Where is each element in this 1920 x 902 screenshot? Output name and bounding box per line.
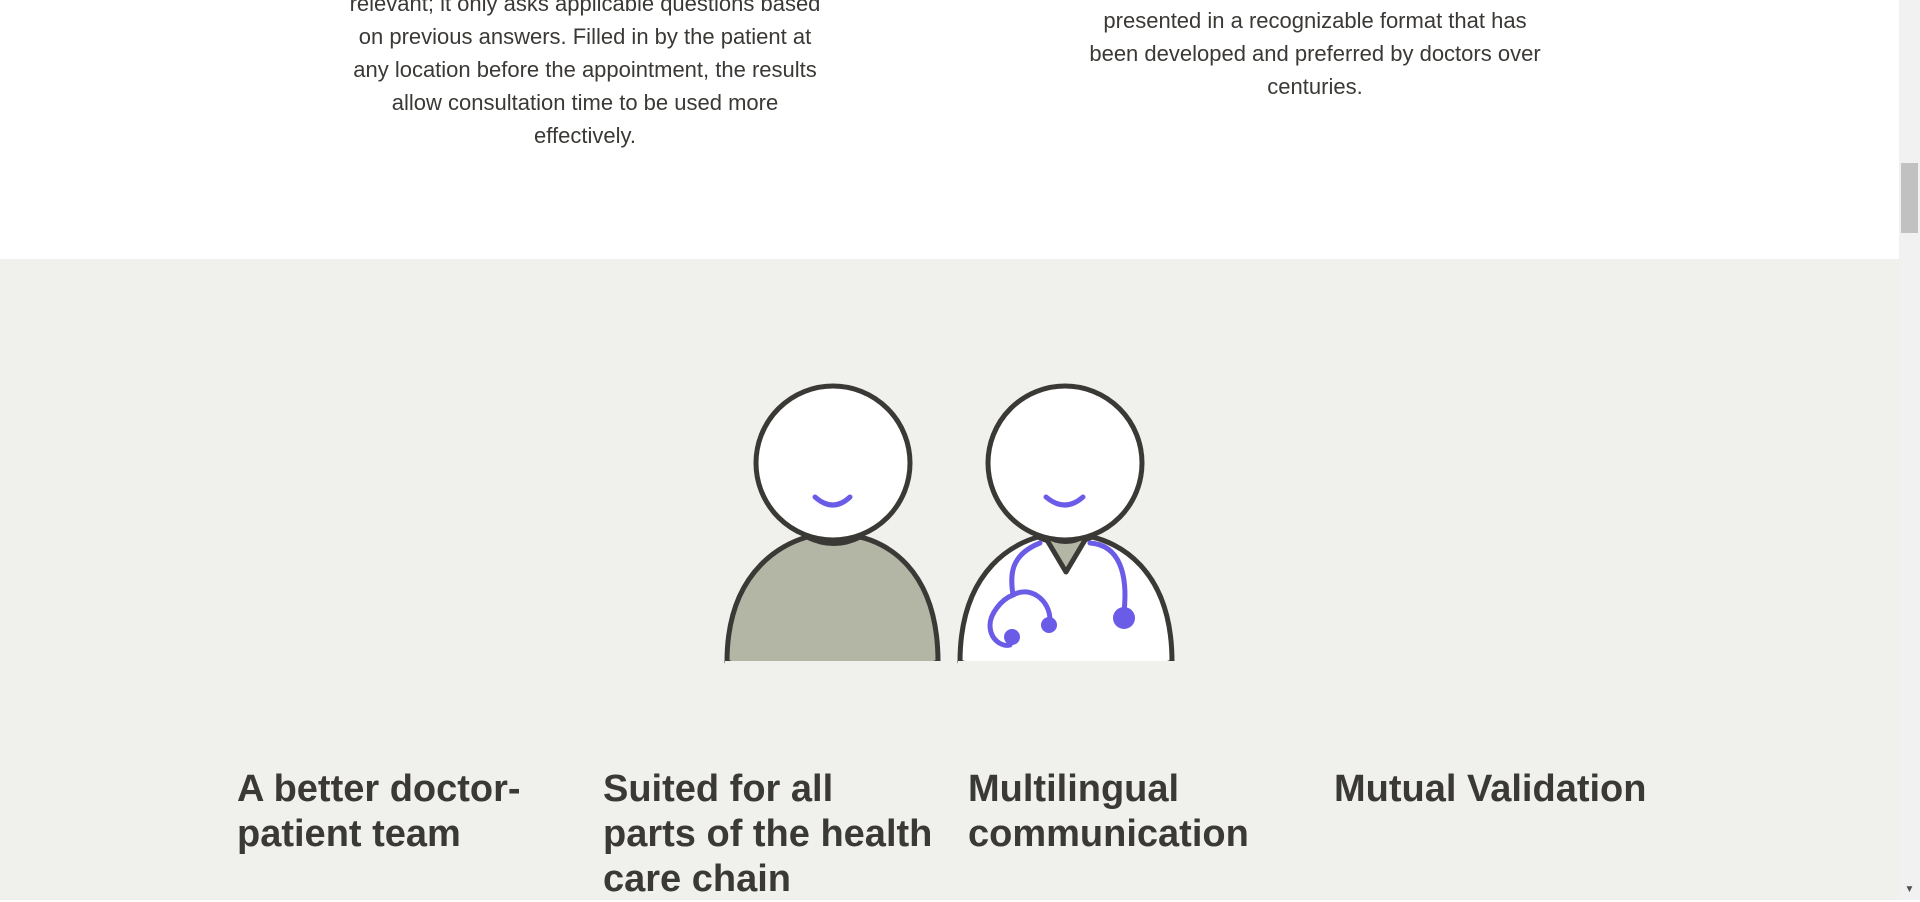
scrollbar-thumb[interactable] <box>1901 163 1918 233</box>
vertical-scrollbar[interactable]: ▼ <box>1899 0 1920 900</box>
feature-title-health-care-chain: Suited for all parts of the health care … <box>603 768 933 900</box>
doctor-icon <box>957 383 1176 695</box>
scroll-down-arrow-icon[interactable]: ▼ <box>1899 881 1920 898</box>
feature-title-doctor-patient-team: A better doctor-patient team <box>237 768 521 855</box>
feature-title-mutual-validation: Mutual Validation <box>1334 768 1647 810</box>
feature-title-multilingual: Multilingual communication <box>968 768 1249 855</box>
questionnaire-description: relevant; it only asks applicable questi… <box>349 0 821 148</box>
report-description: presented in a recognizable format that … <box>1089 8 1541 99</box>
description-section: relevant; it only asks applicable questi… <box>0 0 1899 259</box>
patient-icon <box>724 383 941 695</box>
doctor-patient-illustration <box>724 383 1176 695</box>
